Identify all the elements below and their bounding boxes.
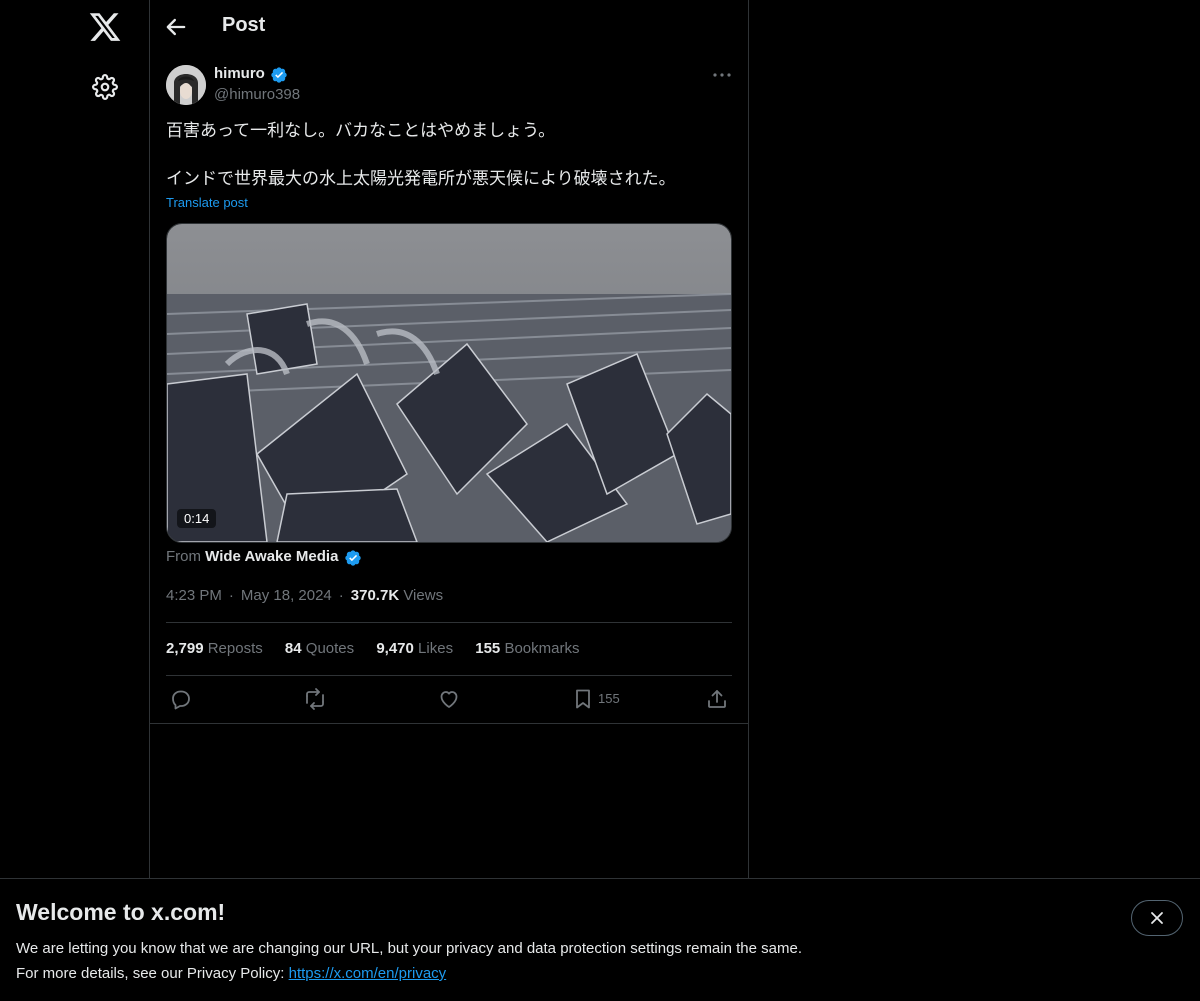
page-title: Post [222,14,266,36]
banner-line: We are letting you know that we are chan… [16,940,802,957]
arrow-left-icon[interactable] [162,13,190,41]
x-logo-icon[interactable] [88,10,122,44]
reposts-stat[interactable]: 2,799 Reposts [166,640,263,657]
quotes-stat[interactable]: 84 Quotes [285,640,354,657]
verified-badge-icon [270,66,288,84]
like-icon[interactable] [437,687,461,711]
reply-icon[interactable] [169,687,193,711]
video-player[interactable]: 0:14 [166,223,732,543]
video-duration: 0:14 [177,509,217,528]
video-source: From Wide Awake Media [166,548,338,565]
bookmark-count: 155 [598,691,620,706]
post-text-line: インドで世界最大の水上太陽光発電所が悪天候により破壊された。 [166,169,676,188]
repost-icon[interactable] [303,687,327,711]
close-icon [1151,912,1163,924]
video-thumbnail [167,224,731,542]
post-text-line: 百害あって一利なし。バカなことはやめましょう。 [166,121,556,140]
privacy-link[interactable]: https://x.com/en/privacy [289,965,447,982]
divider [166,675,732,676]
banner-line: For more details, see our Privacy Policy… [16,965,447,982]
post-meta: 4:23 PM · May 18, 2024 · 370.7K Views [166,587,444,604]
views-label: Views [403,587,444,604]
banner-text: We are letting you know that we are chan… [16,936,802,986]
column-divider-right [748,0,749,1000]
left-nav [0,0,149,1000]
top-bar: Post [150,0,748,53]
bookmarks-stat[interactable]: 155 Bookmarks [475,640,579,657]
divider [166,622,732,623]
bookmark-icon[interactable] [571,687,595,711]
gear-icon[interactable] [92,74,118,100]
main-column: Post himuro @himuro398 百害あって一利なし。バカなことはや… [150,0,748,1000]
likes-stat[interactable]: 9,470 Likes [376,640,453,657]
engagement-stats: 2,799 Reposts 84 Quotes 9,470 Likes 155 … [166,640,597,657]
verified-badge-icon [344,549,362,567]
welcome-banner: Welcome to x.com! We are letting you kno… [0,878,1200,1001]
source-name[interactable]: Wide Awake Media [205,548,338,565]
post-time[interactable]: 4:23 PM [166,587,222,604]
divider [150,723,748,724]
close-button[interactable] [1131,900,1183,936]
author-handle[interactable]: @himuro398 [214,86,300,103]
views-count: 370.7K [350,587,400,604]
post-date[interactable]: May 18, 2024 [241,587,332,604]
post-text: 百害あって一利なし。バカなことはやめましょう。 インドで世界最大の水上太陽光発電… [166,119,732,191]
share-icon[interactable] [705,687,729,711]
translate-link[interactable]: Translate post [166,195,248,210]
source-prefix: From [166,548,201,565]
more-options-icon[interactable] [710,64,734,86]
banner-title: Welcome to x.com! [16,899,226,925]
author-name[interactable]: himuro [214,65,265,82]
avatar[interactable] [166,65,206,105]
